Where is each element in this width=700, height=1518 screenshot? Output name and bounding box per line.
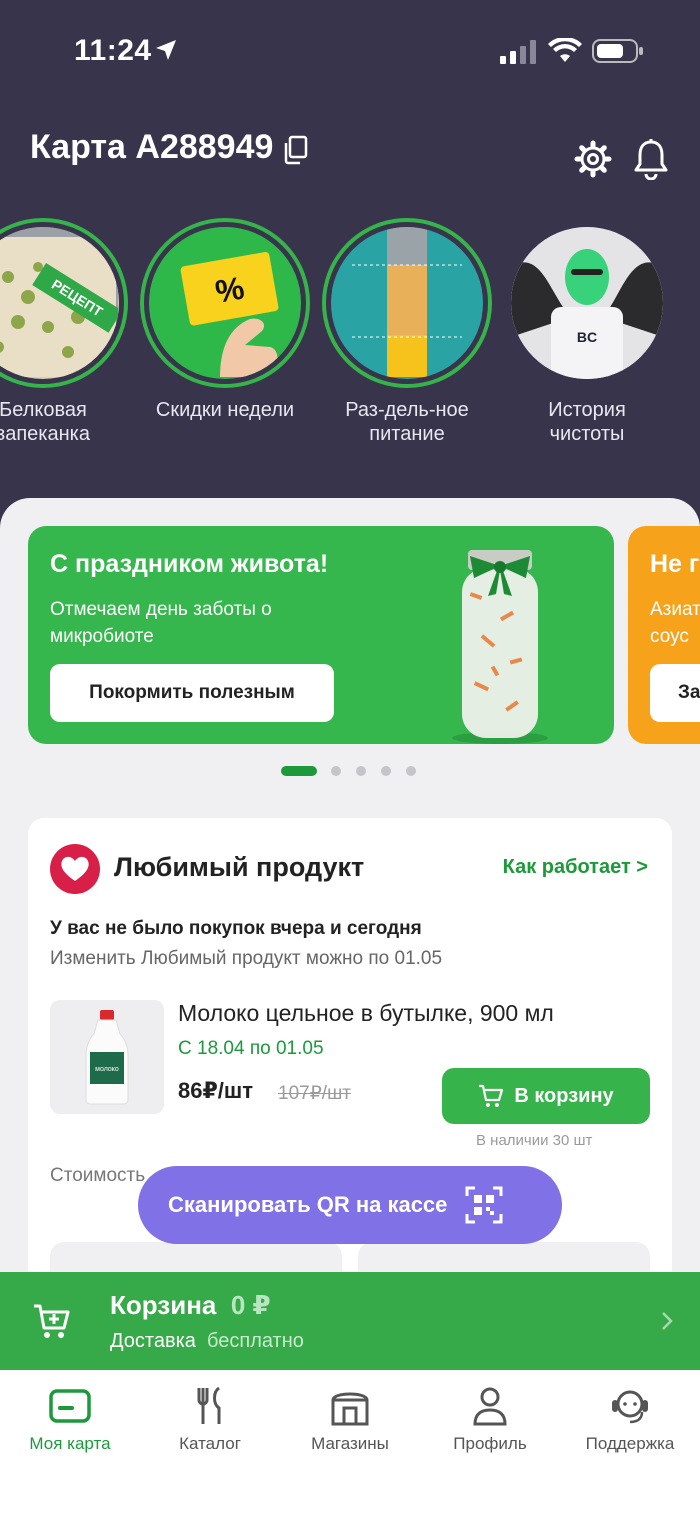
cart-bar[interactable]: Корзина 0 ₽ Доставка бесплатно	[0, 1272, 700, 1370]
gear-icon[interactable]	[574, 140, 612, 178]
heart-icon	[50, 844, 100, 894]
bell-icon[interactable]	[632, 138, 670, 180]
banner-text: Отмечаем день заботы о микробиоте	[50, 599, 272, 647]
card-icon	[49, 1389, 91, 1423]
product-image[interactable]: молоко	[50, 1000, 164, 1114]
banner-button[interactable]: За	[650, 664, 700, 722]
wifi-icon	[548, 38, 582, 62]
carousel-dot[interactable]	[356, 766, 366, 776]
status-bar: 11:24	[0, 0, 700, 100]
scan-qr-label: Сканировать QR на кассе	[168, 1192, 448, 1217]
promo-banner-2[interactable]: Не г Азиат соус За	[628, 526, 700, 744]
cart-icon	[479, 1084, 504, 1107]
svg-text:молоко: молоко	[95, 1066, 119, 1073]
stock-info: В наличии 30 шт	[476, 1132, 593, 1149]
svg-text:BC: BC	[577, 329, 597, 345]
cart-delivery: Доставка бесплатно	[110, 1330, 304, 1352]
stories-row: РЕЦЕПТ Белковая запеканка % Скидки недел…	[0, 218, 700, 458]
copy-icon[interactable]	[283, 135, 309, 165]
favorite-subnote: Изменить Любимый продукт можно по 01.05	[50, 948, 443, 969]
add-to-cart-button[interactable]: В корзину	[442, 1068, 650, 1124]
tab-catalog[interactable]: Каталог	[140, 1384, 280, 1454]
banner-text: Азиат соус	[650, 599, 700, 647]
signal-icon	[500, 40, 536, 64]
qr-code-icon	[465, 1186, 503, 1224]
carousel-dot[interactable]	[406, 766, 416, 776]
add-to-cart-label: В корзину	[514, 1084, 614, 1107]
product-name[interactable]: Молоко цельное в бутылке, 900 мл	[178, 1000, 554, 1027]
favorite-title: Любимый продукт	[114, 852, 365, 882]
story-image: %	[149, 227, 301, 379]
tab-support[interactable]: Поддержка	[560, 1384, 700, 1454]
story-separate-nutrition[interactable]: Раз-дель-ное питание	[322, 218, 492, 446]
store-icon	[331, 1392, 369, 1426]
tab-my-card[interactable]: Моя карта	[0, 1384, 140, 1454]
tab-stores[interactable]: Магазины	[280, 1384, 420, 1454]
story-weekly-discounts[interactable]: % Скидки недели	[140, 218, 310, 422]
story-image	[331, 227, 483, 379]
story-purity-history[interactable]: BC История чистоты	[502, 218, 672, 446]
product-dates: С 18.04 по 01.05	[178, 1038, 324, 1059]
cart-delivery-value: бесплатно	[207, 1330, 304, 1352]
location-arrow-icon	[156, 40, 176, 60]
story-protein-casserole[interactable]: РЕЦЕПТ Белковая запеканка	[0, 218, 128, 446]
banner-title: С праздником живота!	[50, 550, 329, 578]
carousel-dot-active[interactable]	[281, 766, 317, 776]
cart-title: Корзина 0 ₽	[110, 1290, 271, 1320]
product-price: 86₽/шт	[178, 1078, 254, 1103]
status-time: 11:24	[74, 34, 152, 67]
story-image: BC	[511, 227, 663, 379]
story-label: История чистоты	[548, 399, 626, 445]
fork-knife-icon	[197, 1386, 221, 1424]
carousel-dot[interactable]	[331, 766, 341, 776]
tab-profile[interactable]: Профиль	[420, 1384, 560, 1454]
user-icon	[473, 1387, 507, 1426]
favorite-note: У вас не было покупок вчера и сегодня	[50, 918, 422, 939]
banner-button[interactable]: Покормить полезным	[50, 664, 334, 722]
story-label: Белковая запеканка	[0, 399, 90, 445]
cart-icon	[34, 1304, 70, 1338]
story-image: РЕЦЕПТ	[0, 227, 119, 379]
promo-banner[interactable]: С праздником живота! Отмечаем день забот…	[28, 526, 614, 744]
headset-icon	[612, 1390, 648, 1424]
cart-sum: 0 ₽	[230, 1290, 271, 1320]
story-label: Скидки недели	[155, 399, 295, 421]
story-label: Раз-дель-ное питание	[345, 399, 469, 445]
banner-title: Не г	[650, 550, 700, 578]
product-old-price: 107₽/шт	[278, 1083, 352, 1104]
sauerkraut-jar-image	[452, 550, 548, 744]
scan-qr-button[interactable]: Сканировать QR на кассе	[138, 1166, 562, 1244]
how-it-works-link[interactable]: Как работает >	[503, 856, 648, 879]
bottom-tab-bar: Моя карта Каталог Магазины Профиль Подде…	[0, 1370, 700, 1518]
chevron-right-icon	[662, 1312, 673, 1330]
carousel-dot[interactable]	[381, 766, 391, 776]
battery-icon	[592, 39, 643, 63]
card-number-title: Карта А288949	[30, 128, 309, 167]
page-title: Карта А288949	[30, 128, 274, 166]
carousel-indicator	[0, 766, 700, 778]
